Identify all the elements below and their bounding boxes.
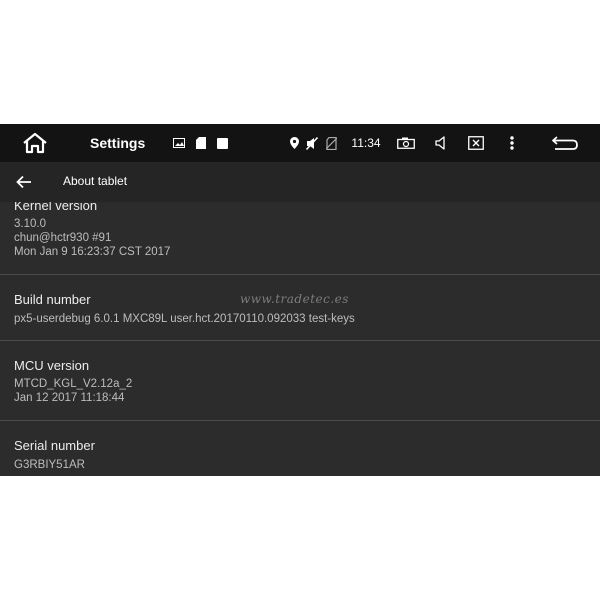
divider <box>0 340 600 341</box>
item-label: Serial number <box>14 438 95 453</box>
item-value: 3.10.0 <box>14 218 46 230</box>
page-title: About tablet <box>63 174 128 188</box>
item-value: G3RBIY51AR <box>14 459 85 471</box>
close-window-icon[interactable] <box>466 124 486 162</box>
item-label: Build number <box>14 292 91 307</box>
item-value: Mon Jan 9 16:23:37 CST 2017 <box>14 246 171 258</box>
home-icon[interactable] <box>20 124 50 162</box>
android-screen: Settings 11:34 About tablet Kernel versi… <box>0 124 600 476</box>
volume-icon[interactable] <box>432 124 450 162</box>
item-label: MCU version <box>14 358 90 373</box>
item-value: Jan 12 2017 11:18:44 <box>14 392 125 404</box>
mute-icon <box>305 124 319 162</box>
item-label: Kernel version <box>14 202 98 213</box>
clock: 11:34 <box>351 136 381 150</box>
square-icon <box>214 124 230 162</box>
back-return-icon[interactable] <box>550 124 580 162</box>
camera-icon[interactable] <box>396 124 416 162</box>
divider <box>0 274 600 275</box>
item-value: px5-userdebug 6.0.1 MXC89L user.hct.2017… <box>14 313 355 325</box>
status-title: Settings <box>90 135 146 151</box>
divider <box>0 420 600 421</box>
list-item-mcu-version[interactable]: MCU version MTCD_KGL_V2.12a_2 Jan 12 201… <box>0 358 600 418</box>
app-bar: About tablet <box>0 162 600 202</box>
image-icon <box>172 124 186 162</box>
list-item-kernel-version[interactable]: Kernel version 3.10.0 chun@hctr930 #91 M… <box>0 202 600 272</box>
list-item-serial-number[interactable]: Serial number G3RBIY51AR <box>0 438 600 476</box>
settings-list: Kernel version 3.10.0 chun@hctr930 #91 M… <box>0 202 600 476</box>
status-bar: Settings 11:34 <box>0 124 600 162</box>
item-value: chun@hctr930 #91 <box>14 232 112 244</box>
location-pin-icon <box>288 124 300 162</box>
item-value: MTCD_KGL_V2.12a_2 <box>14 378 133 390</box>
no-sim-icon <box>324 124 338 162</box>
arrow-left-icon[interactable] <box>12 171 36 193</box>
sd-card-icon <box>194 124 208 162</box>
more-vert-icon[interactable] <box>504 124 520 162</box>
watermark: www.tradetec.es <box>240 292 349 306</box>
